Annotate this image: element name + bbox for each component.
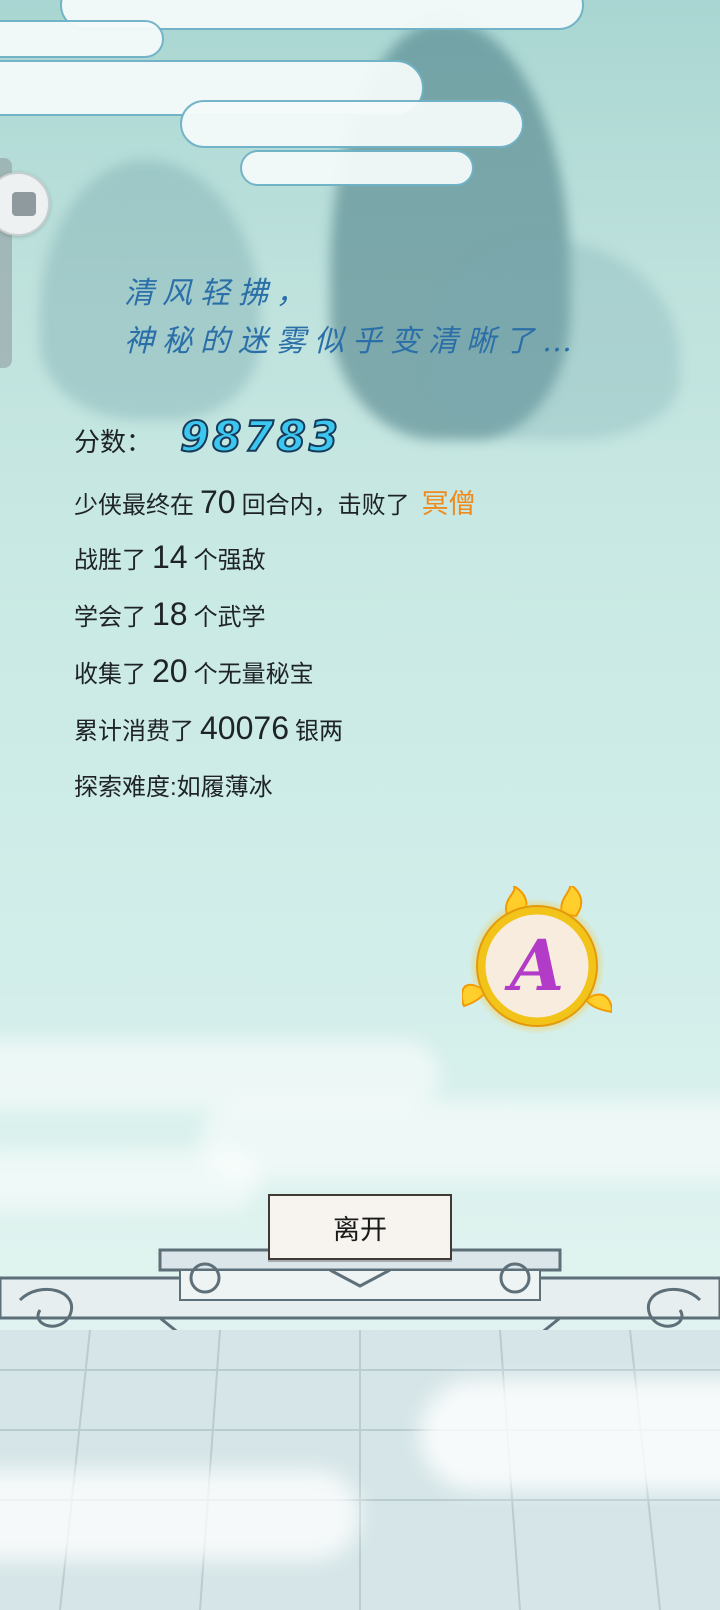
stat-value: 40076 (200, 710, 289, 746)
mist (420, 1380, 720, 1490)
stat-row-skills: 学会了 18 个武学 (74, 596, 634, 653)
cloud (240, 150, 474, 186)
stat-row-treasures: 收集了 20 个无量秘宝 (74, 653, 634, 710)
rank-medal: A (462, 886, 612, 1034)
poem-text: 清风轻拂， 神秘的迷雾似乎变清晰了… (124, 270, 644, 366)
result-stats: 分数： 98783 少侠最终在 70 回合内，击败了 冥僧 战胜了 14 个强敌… (74, 411, 634, 824)
mist (200, 1100, 720, 1180)
stat-row-silver: 累计消费了 40076 银两 (74, 710, 634, 767)
score-label: 分数： (74, 427, 153, 457)
summary-prefix: 少侠最终在 (74, 492, 194, 519)
stat-prefix: 收集了 (74, 661, 146, 688)
stat-prefix: 学会了 (74, 604, 146, 631)
leave-button[interactable]: 离开 (268, 1194, 452, 1260)
cloud (180, 100, 524, 148)
difficulty-text: 探索难度:如履薄冰 (74, 774, 273, 801)
stat-prefix: 累计消费了 (74, 718, 194, 745)
stat-suffix: 银两 (294, 718, 343, 745)
cloud (0, 20, 164, 58)
stat-value: 18 (152, 596, 188, 632)
mist (0, 1150, 260, 1210)
score-value: 98783 (179, 411, 342, 462)
stat-prefix: 战胜了 (74, 547, 146, 574)
score-row: 分数： 98783 (74, 411, 634, 482)
difficulty-row: 探索难度:如履薄冰 (74, 767, 634, 824)
rank-letter: A (504, 924, 564, 1007)
poem-line-1: 清风轻拂， (124, 276, 314, 311)
poem-line-2: 神秘的迷雾似乎变清晰了… (124, 324, 580, 359)
mist (0, 1470, 360, 1560)
stat-value: 20 (152, 653, 188, 689)
summary-suffix: 回合内，击败了 (241, 492, 410, 519)
turn-count: 70 (200, 484, 236, 520)
stat-suffix: 个武学 (193, 604, 266, 631)
boss-name: 冥僧 (421, 489, 476, 519)
stat-suffix: 个强敌 (193, 547, 266, 574)
app-icon (12, 192, 36, 216)
stat-suffix: 个无量秘宝 (193, 661, 314, 688)
stat-value: 14 (152, 539, 188, 575)
stat-row-enemies: 战胜了 14 个强敌 (74, 539, 634, 596)
summary-row: 少侠最终在 70 回合内，击败了 冥僧 (74, 482, 634, 539)
